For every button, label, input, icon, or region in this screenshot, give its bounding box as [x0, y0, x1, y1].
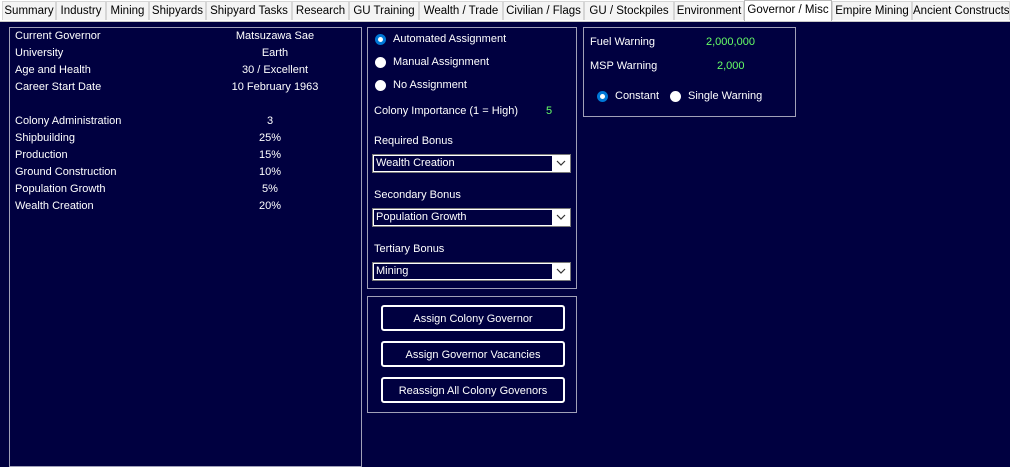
radio-constant[interactable]: Constant — [597, 90, 659, 102]
tab-empire-mining[interactable]: Empire Mining — [832, 1, 912, 20]
assign-colony-governor-button[interactable]: Assign Colony Governor — [381, 305, 565, 331]
radio-single-warning[interactable]: Single Warning — [670, 90, 762, 102]
tab-ancient-constructs[interactable]: Ancient Constructs — [912, 1, 1010, 20]
university-label: University — [15, 47, 64, 59]
tab-shipyards[interactable]: Shipyards — [149, 1, 206, 20]
tab-industry[interactable]: Industry — [56, 1, 106, 20]
required-bonus-label: Required Bonus — [374, 135, 453, 147]
radio-label: Single Warning — [688, 90, 763, 102]
radio-selected-icon — [375, 33, 386, 45]
tab-strip: Summary Industry Mining Shipyards Shipya… — [0, 0, 1010, 22]
tab-gu-stockpiles[interactable]: GU / Stockpiles — [584, 1, 674, 20]
radio-label: Automated Assignment — [393, 33, 507, 45]
bonus-colony-admin-label: Colony Administration — [15, 115, 122, 127]
assignment-panel: Automated Assignment Manual Assignment N… — [367, 27, 577, 289]
current-governor-label: Current Governor — [15, 30, 101, 42]
tab-civilian-flags[interactable]: Civilian / Flags — [503, 1, 584, 20]
reassign-all-governors-button[interactable]: Reassign All Colony Govenors — [381, 377, 565, 403]
radio-label: Constant — [615, 90, 660, 102]
assign-governor-vacancies-button[interactable]: Assign Governor Vacancies — [381, 341, 565, 367]
radio-unselected-icon — [375, 56, 386, 68]
current-governor-value: Matsuzawa Sae — [235, 30, 315, 42]
tertiary-bonus-value: Mining — [374, 264, 552, 279]
colony-importance-value[interactable]: 5 — [546, 105, 552, 117]
secondary-bonus-label: Secondary Bonus — [374, 189, 461, 201]
chevron-down-icon[interactable] — [552, 263, 570, 280]
bonus-production-value: 15% — [258, 149, 282, 161]
radio-manual-assignment[interactable]: Manual Assignment — [375, 56, 489, 68]
fuel-warning-label: Fuel Warning — [590, 36, 656, 48]
radio-unselected-icon — [375, 79, 386, 91]
bonus-colony-admin-value: 3 — [266, 115, 274, 127]
tab-gu-training[interactable]: GU Training — [349, 1, 419, 20]
required-bonus-select[interactable]: Wealth Creation — [372, 154, 571, 173]
career-start-label: Career Start Date — [15, 81, 102, 93]
bonus-production-label: Production — [15, 149, 68, 161]
bonus-wealth-creation-value: 20% — [258, 200, 282, 212]
chevron-down-icon[interactable] — [552, 209, 570, 226]
tab-wealth-trade[interactable]: Wealth / Trade — [419, 1, 503, 20]
chevron-down-icon[interactable] — [552, 155, 570, 172]
tab-shipyard-tasks[interactable]: Shipyard Tasks — [206, 1, 292, 20]
msp-warning-value[interactable]: 2,000 — [717, 60, 745, 72]
radio-label: Manual Assignment — [393, 56, 489, 68]
tab-environment[interactable]: Environment — [674, 1, 744, 20]
bonus-ground-construction-label: Ground Construction — [15, 166, 117, 178]
bonus-ground-construction-value: 10% — [258, 166, 282, 178]
governor-actions-panel: Assign Colony Governor Assign Governor V… — [367, 296, 577, 413]
radio-no-assignment[interactable]: No Assignment — [375, 79, 467, 91]
bonus-population-growth-label: Population Growth — [15, 183, 106, 195]
warnings-panel: Fuel Warning 2,000,000 MSP Warning 2,000… — [583, 27, 796, 117]
tertiary-bonus-label: Tertiary Bonus — [374, 243, 445, 255]
age-health-value: 30 / Excellent — [241, 64, 309, 76]
radio-unselected-icon — [670, 90, 681, 102]
secondary-bonus-value: Population Growth — [374, 210, 552, 225]
radio-selected-icon — [597, 90, 608, 102]
radio-label: No Assignment — [393, 79, 467, 91]
tab-governor-misc[interactable]: Governor / Misc — [744, 0, 832, 21]
radio-automated-assignment[interactable]: Automated Assignment — [375, 33, 506, 45]
governor-details-panel: Current Governor Matsuzawa Sae Universit… — [9, 27, 362, 467]
tertiary-bonus-select[interactable]: Mining — [372, 262, 571, 281]
colony-importance-label: Colony Importance (1 = High) — [374, 105, 518, 117]
tab-summary[interactable]: Summary — [2, 1, 56, 20]
bonus-shipbuilding-value: 25% — [258, 132, 282, 144]
bonus-shipbuilding-label: Shipbuilding — [15, 132, 75, 144]
msp-warning-label: MSP Warning — [590, 60, 658, 72]
required-bonus-value: Wealth Creation — [374, 156, 552, 171]
bonus-wealth-creation-label: Wealth Creation — [15, 200, 94, 212]
secondary-bonus-select[interactable]: Population Growth — [372, 208, 571, 227]
fuel-warning-value[interactable]: 2,000,000 — [706, 36, 755, 48]
career-start-value: 10 February 1963 — [231, 81, 319, 93]
tab-mining[interactable]: Mining — [106, 1, 149, 20]
tab-research[interactable]: Research — [292, 1, 349, 20]
age-health-label: Age and Health — [15, 64, 91, 76]
university-value: Earth — [261, 47, 289, 59]
bonus-population-growth-value: 5% — [262, 183, 278, 195]
